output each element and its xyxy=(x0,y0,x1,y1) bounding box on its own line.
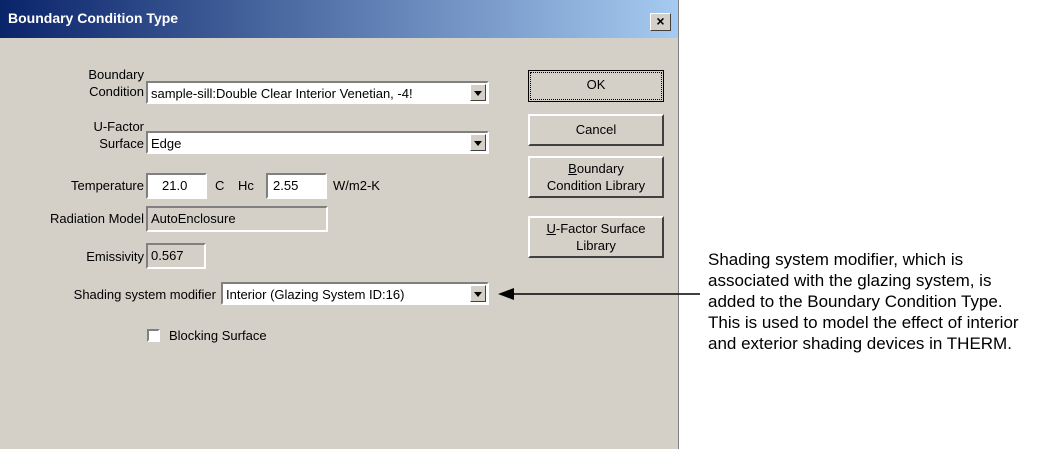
callout-arrow xyxy=(498,288,700,300)
annotation-text: Shading system modifier, which is associ… xyxy=(708,250,1019,353)
